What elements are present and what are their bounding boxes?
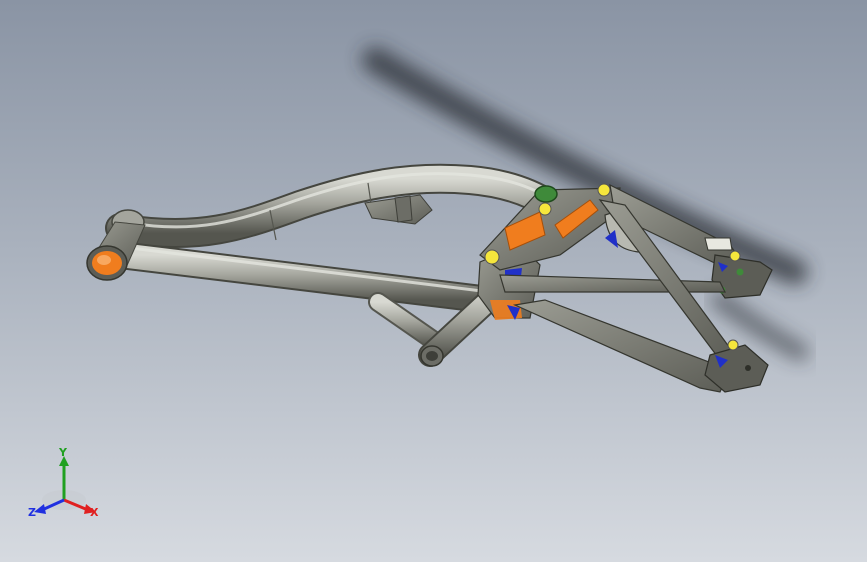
swingarm-model[interactable] <box>0 0 867 562</box>
z-axis-label: Z <box>28 506 36 519</box>
y-axis-label: Y <box>58 448 68 459</box>
x-axis-label: X <box>90 506 99 519</box>
cad-viewport[interactable]: Y X Z <box>0 0 867 562</box>
lower-straight-tube[interactable] <box>106 241 504 314</box>
axis-triad: Y X Z <box>28 448 99 519</box>
upper-curved-tube[interactable] <box>105 163 565 249</box>
